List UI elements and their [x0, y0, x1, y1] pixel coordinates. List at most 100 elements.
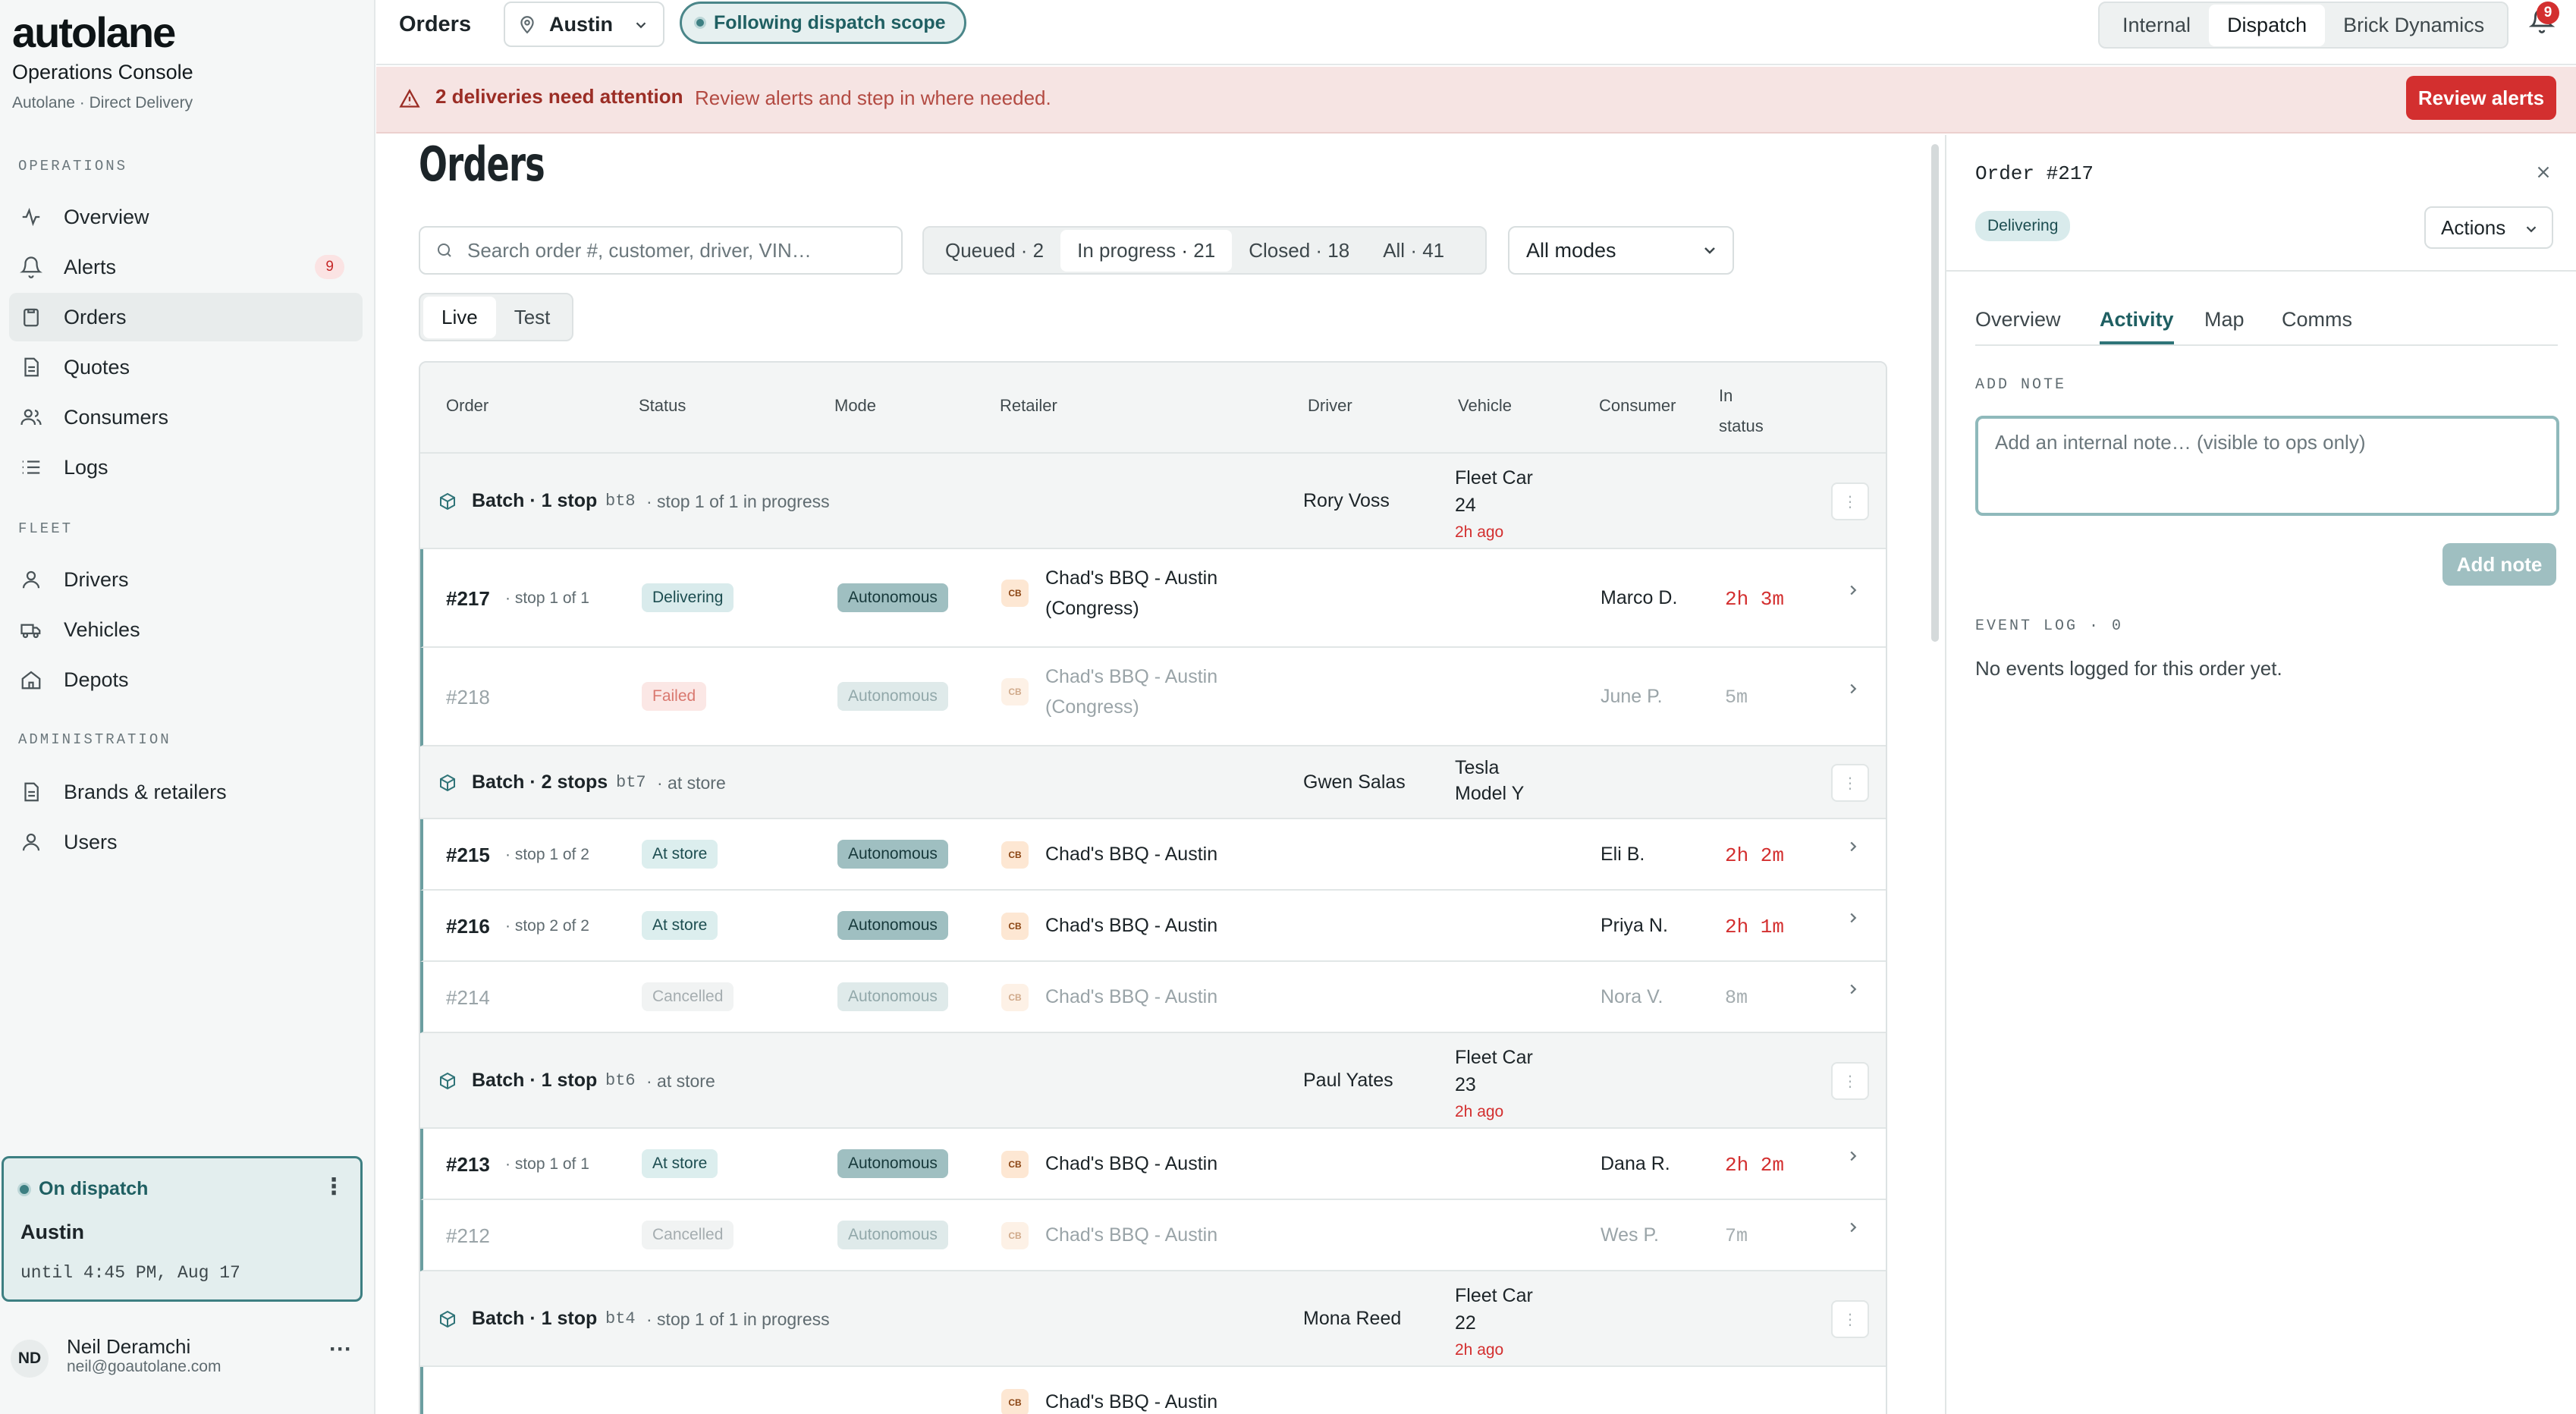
batch-vehicle-line1: Fleet Car: [1455, 1285, 1533, 1306]
main-scrollbar[interactable]: [1931, 144, 1939, 642]
review-alerts-button[interactable]: Review alerts: [2406, 76, 2556, 120]
batch-menu-button[interactable]: ⋮: [1831, 1300, 1869, 1338]
order-id[interactable]: #215: [446, 844, 490, 867]
order-row[interactable]: #215 · stop 1 of 2 At store Autonomous CB Cha…: [420, 819, 1886, 891]
sidebar-item-depots[interactable]: Depots: [9, 655, 363, 704]
order-id[interactable]: #216: [446, 915, 490, 938]
order-id[interactable]: #213: [446, 1153, 490, 1177]
top-bar: Orders Austin Following dispatch scope I…: [376, 0, 2576, 65]
mode-badge: Autonomous: [837, 840, 948, 869]
env-tab-live[interactable]: Live: [423, 296, 496, 338]
truck-icon: [20, 624, 41, 639]
column-header-mode[interactable]: Mode: [834, 396, 876, 416]
retailer-name: Chad's BBQ - Austin: [1045, 986, 1218, 1007]
note-placeholder: Add an internal note… (visible to ops on…: [1995, 431, 2366, 454]
filter-label: Closed: [1249, 238, 1311, 262]
sidebar-item-consumers[interactable]: Consumers: [9, 393, 363, 441]
order-row[interactable]: #214 Cancelled Autonomous CB Chad's BBQ - Au…: [420, 962, 1886, 1033]
consumer-name: Marco D.: [1601, 587, 1678, 608]
filter-all[interactable]: All · 41: [1366, 230, 1461, 272]
status-badge: Cancelled: [642, 982, 734, 1011]
order-row[interactable]: #213 · stop 1 of 1 At store Autonomous CB Cha…: [420, 1129, 1886, 1200]
tab-map[interactable]: Map: [2204, 308, 2245, 332]
tab-activity[interactable]: Activity: [2100, 308, 2174, 344]
batch-row[interactable]: Batch · 2 stops bt7 · at store Gwen Salas Te…: [420, 746, 1886, 819]
batch-vehicle-line1: Tesla: [1455, 757, 1500, 778]
add-note-button[interactable]: Add note: [2442, 543, 2556, 586]
chevron-right-icon[interactable]: [1845, 680, 1861, 697]
column-header-status[interactable]: Status: [639, 396, 686, 416]
view-tab-brick-dynamics[interactable]: Brick Dynamics: [2325, 5, 2502, 46]
retailer-name: Chad's BBQ - Austin: [1045, 844, 1218, 865]
search-input[interactable]: Search order #, customer, driver, VIN…: [419, 226, 903, 275]
order-row[interactable]: #216 · stop 2 of 2 At store Autonomous CB Cha…: [420, 891, 1886, 962]
user-menu[interactable]: ND Neil Deramchi neil@goautolane.com ···: [0, 1326, 375, 1402]
filter-queued[interactable]: Queued · 2: [928, 230, 1060, 272]
order-stop: · stop 2 of 2: [505, 917, 589, 935]
batch-menu-button[interactable]: ⋮: [1831, 482, 1869, 520]
avatar: ND: [11, 1340, 49, 1378]
order-id[interactable]: #217: [446, 587, 490, 611]
chevron-right-icon[interactable]: [1845, 1219, 1861, 1236]
order-id[interactable]: #218: [446, 686, 490, 709]
order-id[interactable]: #214: [446, 986, 490, 1010]
tab-comms[interactable]: Comms: [2282, 308, 2352, 332]
column-header-vehicle[interactable]: Vehicle: [1458, 396, 1512, 416]
order-row[interactable]: #212 Cancelled Autonomous CB Chad's BBQ - Au…: [420, 1200, 1886, 1271]
tab-overview[interactable]: Overview: [1975, 308, 2061, 332]
filter-in-progress[interactable]: In progress · 21: [1060, 229, 1233, 272]
batch-row[interactable]: Batch · 1 stop bt8 · stop 1 of 1 in progre…: [420, 454, 1886, 549]
chevron-right-icon[interactable]: [1845, 838, 1861, 855]
sidebar-item-overview[interactable]: Overview: [9, 193, 363, 241]
filter-closed[interactable]: Closed · 18: [1232, 230, 1366, 272]
sidebar: autolane Operations Console Autolane · D…: [0, 0, 375, 1414]
panel-tabs: Overview Activity Map Comms: [1975, 308, 2558, 346]
batch-title: Batch · 2 stops: [472, 771, 608, 793]
city-selector[interactable]: Austin: [504, 2, 664, 47]
batch-row[interactable]: Batch · 1 stop bt6 · at store Paul Yates Fle…: [420, 1033, 1886, 1129]
sidebar-item-logs[interactable]: Logs: [9, 443, 363, 492]
sidebar-item-brands-retailers[interactable]: Brands & retailers: [9, 768, 363, 816]
chevron-right-icon[interactable]: [1845, 582, 1861, 599]
sidebar-item-label: Users: [64, 830, 118, 853]
sidebar-item-users[interactable]: Users: [9, 818, 363, 866]
search-placeholder: Search order #, customer, driver, VIN…: [467, 238, 812, 262]
column-header-consumer[interactable]: Consumer: [1599, 396, 1676, 416]
mode-select[interactable]: All modes: [1508, 226, 1734, 275]
batch-menu-button[interactable]: ⋮: [1831, 1062, 1869, 1100]
view-tab-internal[interactable]: Internal: [2104, 5, 2209, 46]
document-icon: [24, 782, 39, 802]
dispatch-card[interactable]: On dispatch ⋮ Austin until 4:45 PM, Aug …: [2, 1156, 363, 1302]
user-more-icon[interactable]: ···: [329, 1337, 352, 1362]
chevron-right-icon[interactable]: [1845, 910, 1861, 926]
note-textarea[interactable]: Add an internal note… (visible to ops on…: [1975, 416, 2559, 516]
panel-divider: [1946, 270, 2576, 272]
dispatch-more-icon[interactable]: ⋮: [322, 1174, 345, 1200]
column-header-retailer[interactable]: Retailer: [1000, 396, 1057, 416]
batch-row[interactable]: Batch · 1 stop bt4 · stop 1 of 1 in progre…: [420, 1271, 1886, 1367]
order-id[interactable]: #212: [446, 1224, 490, 1248]
column-header-order[interactable]: Order: [446, 396, 488, 416]
sidebar-item-drivers[interactable]: Drivers: [9, 555, 363, 604]
retailer-logo: CB: [1001, 580, 1029, 607]
sidebar-item-quotes[interactable]: Quotes: [9, 343, 363, 391]
map-pin-icon: [520, 16, 534, 34]
chevron-right-icon[interactable]: [1845, 981, 1861, 998]
order-row[interactable]: #218 Failed Autonomous CB Chad's BBQ - Austi…: [420, 648, 1886, 746]
order-row[interactable]: CB Chad's BBQ - Austin: [420, 1367, 1886, 1414]
sidebar-section-administration: ADMINISTRATION: [18, 731, 171, 748]
sidebar-item-vehicles[interactable]: Vehicles: [9, 605, 363, 654]
view-tab-dispatch[interactable]: Dispatch: [2209, 4, 2326, 46]
column-header-in-status[interactable]: In status: [1719, 381, 1764, 441]
chevron-right-icon[interactable]: [1845, 1148, 1861, 1164]
sidebar-item-alerts[interactable]: Alerts 9: [9, 243, 363, 291]
sidebar-item-orders[interactable]: Orders: [9, 293, 363, 341]
filter-count: 41: [1422, 238, 1445, 262]
close-icon[interactable]: [2534, 162, 2553, 182]
order-row[interactable]: #217 · stop 1 of 1 Delivering Autonomous CB C…: [420, 549, 1886, 648]
column-header-driver[interactable]: Driver: [1308, 396, 1352, 416]
batch-menu-button[interactable]: ⋮: [1831, 764, 1869, 802]
dispatch-scope-pill[interactable]: Following dispatch scope: [680, 2, 966, 44]
env-tab-test[interactable]: Test: [496, 297, 569, 338]
actions-dropdown[interactable]: Actions: [2424, 206, 2553, 249]
